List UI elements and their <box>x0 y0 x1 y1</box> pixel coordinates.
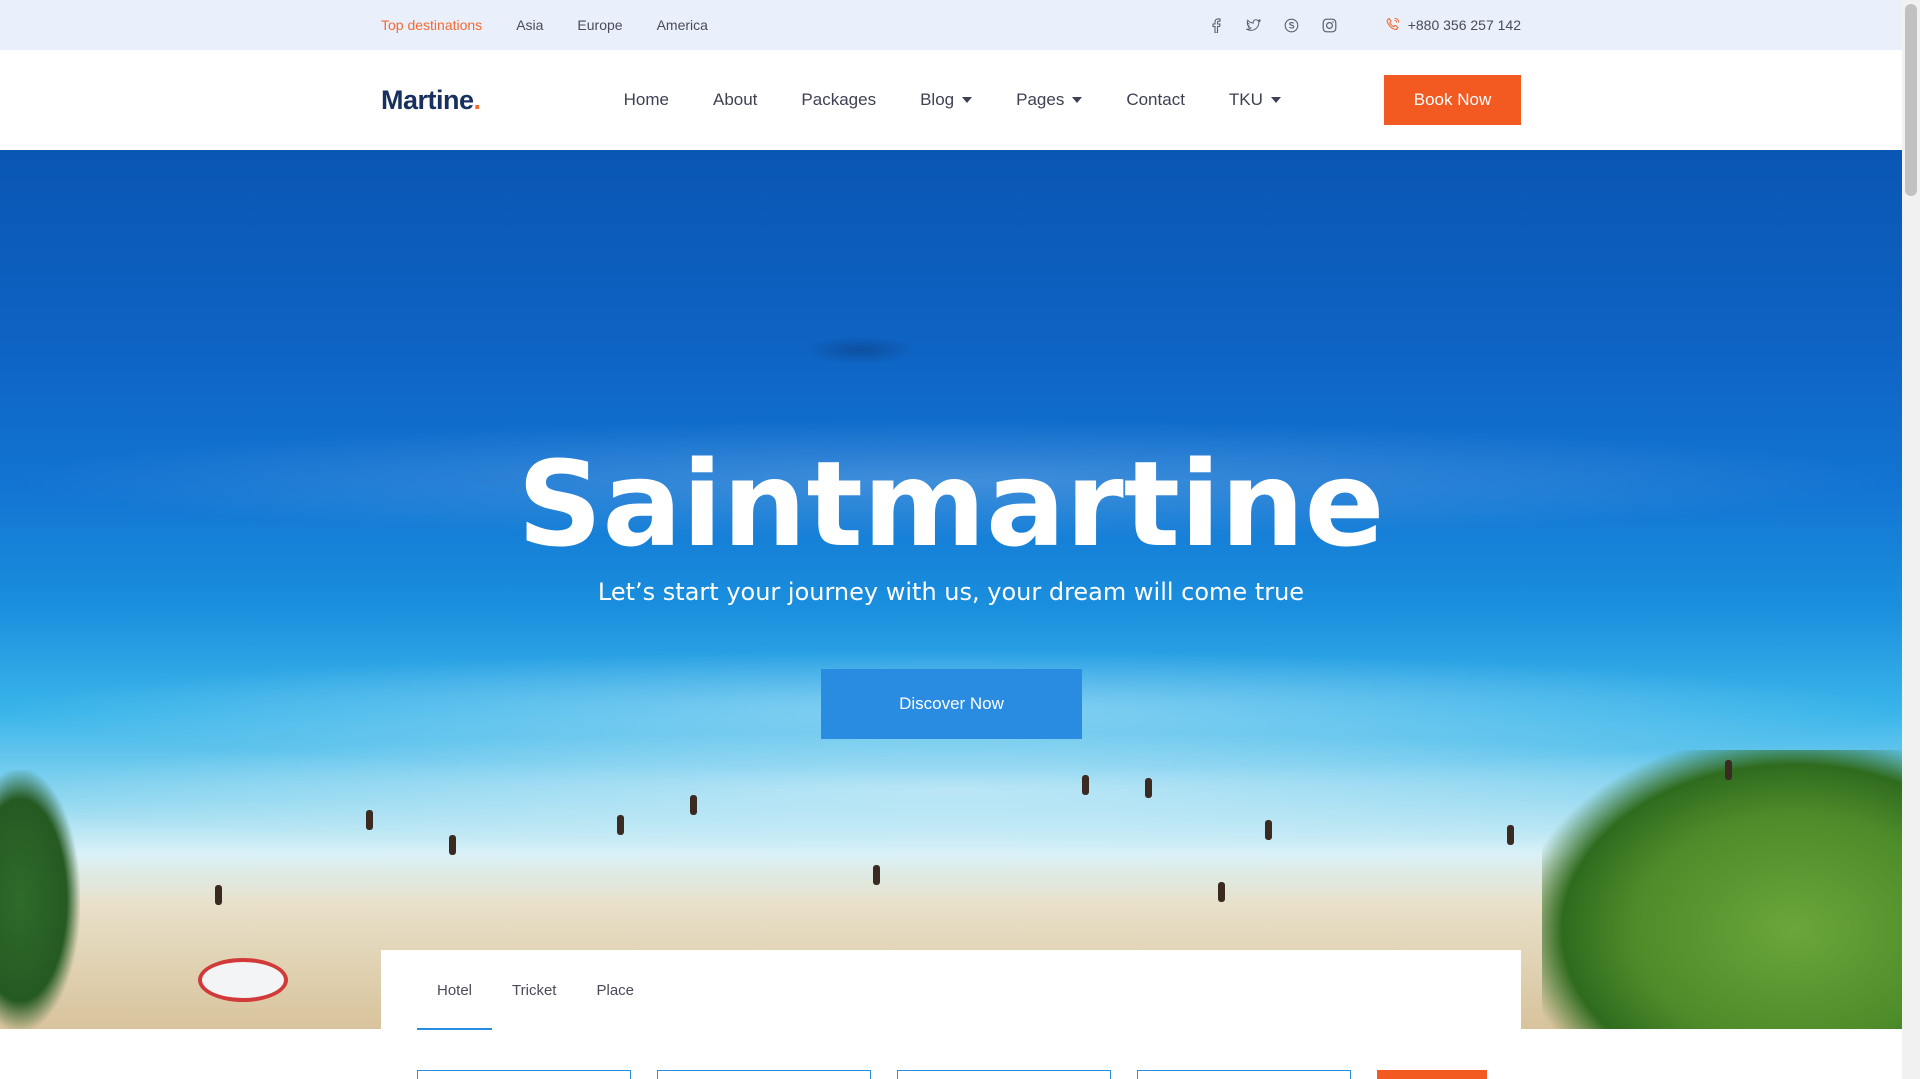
hero-title: Saintmartine <box>517 435 1385 573</box>
top-bar: Top destinations Asia Europe America +88… <box>0 0 1902 50</box>
beach-person <box>617 815 624 835</box>
hero-foliage-left <box>0 770 80 1029</box>
beach-person <box>1265 820 1272 840</box>
beach-person <box>1725 760 1732 780</box>
phone-number: +880 356 257 142 <box>1407 17 1521 33</box>
nav-blog[interactable]: Blog <box>920 90 973 110</box>
phone-icon <box>1386 17 1400 34</box>
site-logo[interactable]: Martine. <box>381 85 481 116</box>
booking-field[interactable] <box>897 1070 1111 1079</box>
beach-person <box>1218 882 1225 902</box>
beach-person <box>1082 775 1089 795</box>
america-link[interactable]: America <box>657 17 708 33</box>
tab-tricket[interactable]: Tricket <box>492 950 576 1030</box>
page-scrollbar[interactable] <box>1902 0 1920 1079</box>
main-header: Martine. Home About Packages Blog Pages … <box>0 50 1902 150</box>
skype-icon[interactable] <box>1284 17 1300 33</box>
beach-person <box>449 835 456 855</box>
booking-field[interactable] <box>657 1070 871 1079</box>
destinations-links: Top destinations Asia Europe America <box>381 17 708 33</box>
beach-person <box>1145 778 1152 798</box>
book-now-button[interactable]: Book Now <box>1384 75 1521 125</box>
beach-person <box>873 865 880 885</box>
nav-pages[interactable]: Pages <box>1016 90 1083 110</box>
scrollbar-thumb[interactable] <box>1905 4 1917 196</box>
beach-person <box>366 810 373 830</box>
discover-now-button[interactable]: Discover Now <box>821 669 1082 739</box>
hero-foliage-right <box>1542 750 1902 1029</box>
top-destinations-link[interactable]: Top destinations <box>381 17 482 33</box>
facebook-icon[interactable] <box>1208 17 1224 33</box>
twitter-icon[interactable] <box>1246 17 1262 33</box>
tab-place[interactable]: Place <box>576 950 654 1030</box>
nav-home[interactable]: Home <box>624 90 669 110</box>
booking-field[interactable] <box>417 1070 631 1079</box>
booking-tabs: Hotel Tricket Place <box>381 950 1521 1030</box>
europe-link[interactable]: Europe <box>577 17 622 33</box>
nav-contact[interactable]: Contact <box>1126 90 1185 110</box>
tab-hotel[interactable]: Hotel <box>417 950 493 1030</box>
chevron-down-icon <box>1072 97 1083 103</box>
asia-link[interactable]: Asia <box>516 17 543 33</box>
main-nav: Home About Packages Blog Pages Contact T… <box>624 90 1281 110</box>
nav-about[interactable]: About <box>713 90 757 110</box>
chevron-down-icon <box>1270 97 1281 103</box>
phone-contact[interactable]: +880 356 257 142 <box>1386 17 1521 34</box>
beach-person <box>1507 825 1514 845</box>
hero-section: Saintmartine Let’s start your journey wi… <box>0 150 1902 1029</box>
booking-search-button[interactable] <box>1377 1070 1487 1079</box>
hero-subtitle: Let’s start your journey with us, your d… <box>597 578 1305 606</box>
nav-tku[interactable]: TKU <box>1229 90 1281 110</box>
topbar-right: +880 356 257 142 <box>1208 17 1521 34</box>
chevron-down-icon <box>962 97 973 103</box>
inflatable-boat <box>198 958 288 1002</box>
booking-fields <box>417 1070 1487 1079</box>
instagram-icon[interactable] <box>1322 17 1338 33</box>
beach-person <box>690 795 697 815</box>
beach-person <box>215 885 222 905</box>
nav-packages[interactable]: Packages <box>801 90 876 110</box>
booking-panel: Hotel Tricket Place <box>381 950 1521 1079</box>
booking-field[interactable] <box>1137 1070 1351 1079</box>
